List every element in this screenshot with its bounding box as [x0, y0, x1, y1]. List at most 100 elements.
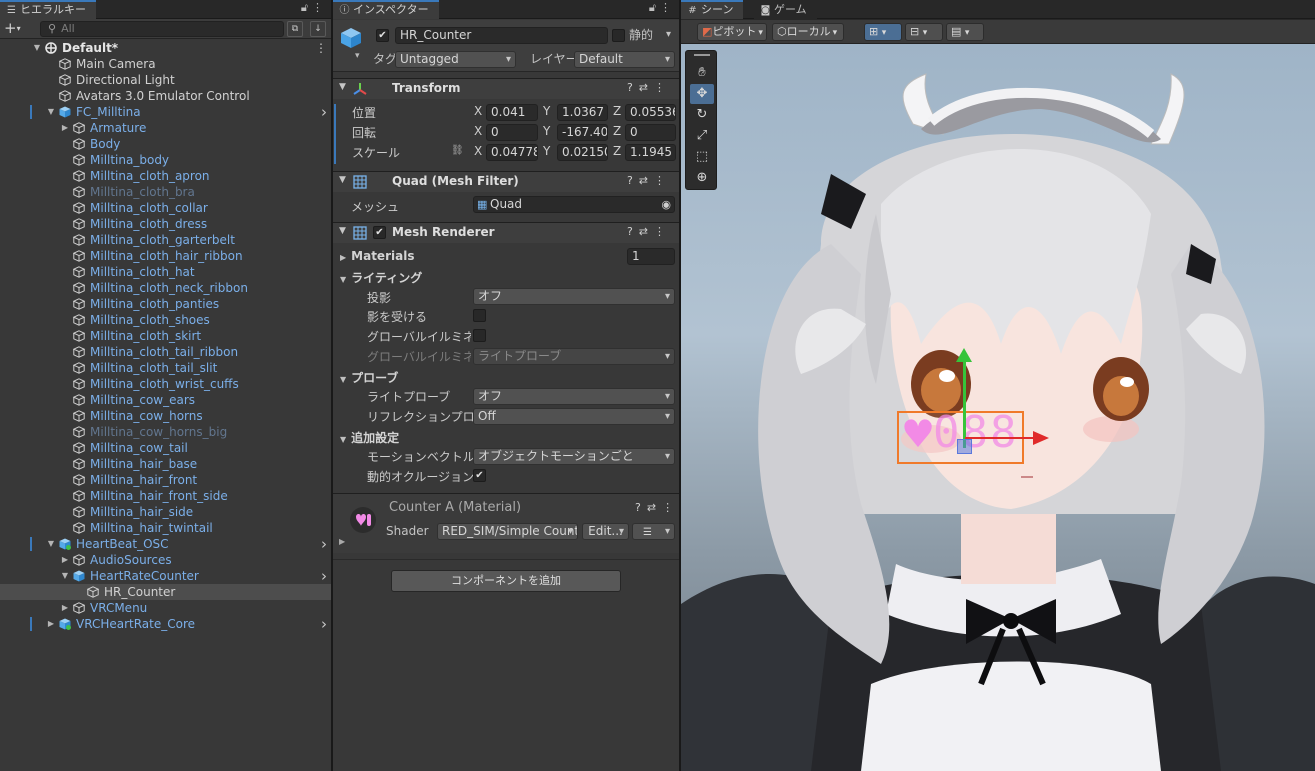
- collapse-arrow-icon[interactable]: ▼: [46, 536, 56, 552]
- hierarchy-item[interactable]: ▼ HeartBeat_OSC ›: [0, 536, 331, 552]
- help-icon[interactable]: ?: [627, 225, 639, 238]
- create-dropdown-button[interactable]: +▾: [4, 20, 21, 39]
- gizmo-y-axis[interactable]: [963, 358, 966, 448]
- active-checkbox[interactable]: ✔: [376, 29, 389, 42]
- help-icon[interactable]: ?: [627, 174, 639, 187]
- additional-settings-foldout[interactable]: ▼ 追加設定: [340, 429, 399, 446]
- layer-dropdown[interactable]: Default: [574, 51, 675, 68]
- global-illumination-checkbox[interactable]: ✔: [473, 329, 486, 342]
- hierarchy-item[interactable]: Milltina_cloth_shoes: [0, 312, 331, 328]
- chevron-right-icon[interactable]: ›: [321, 616, 327, 632]
- hierarchy-item[interactable]: ▼ Default* ⋮: [0, 40, 331, 56]
- hierarchy-item[interactable]: Milltina_cloth_collar: [0, 200, 331, 216]
- rect-tool-button[interactable]: ⬚: [690, 147, 714, 167]
- hierarchy-item[interactable]: Milltina_cloth_tail_ribbon: [0, 344, 331, 360]
- hierarchy-item[interactable]: Milltina_cloth_panties: [0, 296, 331, 312]
- gizmo-y-arrow[interactable]: [956, 348, 972, 362]
- tab-inspector[interactable]: ⓘ インスペクター: [333, 0, 439, 19]
- lock-icon[interactable]: 🔓︎: [301, 1, 312, 14]
- add-component-button[interactable]: コンポーネントを追加: [391, 570, 621, 592]
- rotation-x-field[interactable]: 0: [486, 124, 538, 141]
- shader-list-dropdown[interactable]: ☰: [632, 523, 675, 540]
- chevron-right-icon[interactable]: ›: [321, 104, 327, 120]
- hierarchy-item[interactable]: Milltina_cloth_dress: [0, 216, 331, 232]
- lock-icon[interactable]: 🔓︎: [649, 1, 660, 14]
- hierarchy-item[interactable]: ▶ VRCHeartRate_Core ›: [0, 616, 331, 632]
- hierarchy-item[interactable]: Milltina_cloth_tail_slit: [0, 360, 331, 376]
- more-menu-icon[interactable]: ⋮: [312, 1, 327, 14]
- motion-vectors-dropdown[interactable]: オブジェクトモーションごと: [473, 448, 675, 465]
- collapse-arrow-icon[interactable]: ▼: [60, 568, 70, 584]
- hierarchy-item[interactable]: Milltina_cow_horns: [0, 408, 331, 424]
- ruler-button[interactable]: ▤ ▾: [946, 23, 984, 41]
- hierarchy-item[interactable]: ▼ FC_Milltina ›: [0, 104, 331, 120]
- preset-icon[interactable]: ⇄: [639, 174, 654, 187]
- position-z-field[interactable]: 0.05536: [625, 104, 676, 121]
- hierarchy-item[interactable]: Milltina_cow_horns_big: [0, 424, 331, 440]
- mesh-object-field[interactable]: ▦ Quad ◉: [473, 196, 675, 213]
- hierarchy-item[interactable]: Milltina_cloth_skirt: [0, 328, 331, 344]
- hierarchy-item[interactable]: Milltina_hair_twintail: [0, 520, 331, 536]
- hierarchy-item[interactable]: Body: [0, 136, 331, 152]
- reflection-probes-dropdown[interactable]: Off: [473, 408, 675, 425]
- grid-snapping-button[interactable]: ⊞ ▾: [864, 23, 902, 41]
- edit-shader-button[interactable]: Edit...: [582, 523, 629, 540]
- mesh-renderer-enabled-checkbox[interactable]: ✔: [373, 226, 386, 239]
- hierarchy-item[interactable]: Milltina_cow_tail: [0, 440, 331, 456]
- scene-visibility-button[interactable]: ⧉: [287, 21, 303, 37]
- component-menu-icon[interactable]: ⋮: [654, 225, 671, 238]
- hierarchy-item[interactable]: ▶ VRCMenu: [0, 600, 331, 616]
- mesh-filter-header[interactable]: ▼ Quad (Mesh Filter) ?⇄⋮: [333, 171, 679, 192]
- hierarchy-item[interactable]: Milltina_cow_ears: [0, 392, 331, 408]
- gizmo-plane-handle[interactable]: [957, 439, 972, 454]
- lighting-foldout[interactable]: ▼ ライティング: [340, 269, 422, 286]
- hierarchy-item[interactable]: Milltina_cloth_wrist_cuffs: [0, 376, 331, 392]
- icon-dropdown-arrow[interactable]: ▾: [355, 48, 360, 64]
- materials-count-field[interactable]: 1: [627, 248, 675, 265]
- rotation-z-field[interactable]: 0: [625, 124, 676, 141]
- hierarchy-item[interactable]: HR_Counter: [0, 584, 331, 600]
- rotation-y-field[interactable]: -167.401: [557, 124, 608, 141]
- hierarchy-item[interactable]: Milltina_cloth_hat: [0, 264, 331, 280]
- local-dropdown[interactable]: ⬡ローカル ▾: [772, 23, 844, 41]
- hierarchy-item[interactable]: Milltina_hair_base: [0, 456, 331, 472]
- scale-z-field[interactable]: 1.1945: [625, 144, 676, 161]
- position-y-field[interactable]: 1.0367: [557, 104, 608, 121]
- drag-handle-icon[interactable]: [694, 54, 710, 56]
- increment-snap-button[interactable]: ⊟ ▾: [905, 23, 943, 41]
- hierarchy-item[interactable]: Milltina_hair_front_side: [0, 488, 331, 504]
- hand-tool-button[interactable]: ✋︎: [690, 63, 714, 83]
- hierarchy-item[interactable]: Milltina_hair_front: [0, 472, 331, 488]
- hierarchy-item[interactable]: Main Camera: [0, 56, 331, 72]
- hierarchy-item[interactable]: ▶ AudioSources: [0, 552, 331, 568]
- hierarchy-item[interactable]: Milltina_cloth_apron: [0, 168, 331, 184]
- preset-icon[interactable]: ⇄: [639, 225, 654, 238]
- hierarchy-item[interactable]: Milltina_hair_side: [0, 504, 331, 520]
- gizmo-x-arrow[interactable]: [1033, 431, 1049, 445]
- expand-arrow-icon[interactable]: ▶: [60, 552, 70, 568]
- chevron-right-icon[interactable]: ›: [321, 536, 327, 552]
- scale-tool-button[interactable]: ⤢: [690, 126, 714, 146]
- more-menu-icon[interactable]: ⋮: [315, 40, 327, 56]
- transform-header[interactable]: ▼ Transform ?⇄⋮: [333, 78, 679, 99]
- collapse-arrow-icon[interactable]: ▼: [32, 40, 42, 56]
- link-scale-icon[interactable]: ⛓: [451, 145, 464, 156]
- expand-arrow-icon[interactable]: ▶: [46, 616, 56, 632]
- more-menu-icon[interactable]: ⋮: [660, 1, 675, 14]
- expand-arrow-icon[interactable]: ▶: [60, 120, 70, 136]
- light-probes-dropdown[interactable]: オフ: [473, 388, 675, 405]
- hierarchy-item[interactable]: ▼ HeartRateCounter ›: [0, 568, 331, 584]
- hierarchy-item[interactable]: Directional Light: [0, 72, 331, 88]
- component-menu-icon[interactable]: ⋮: [654, 174, 671, 187]
- object-name-field[interactable]: HR_Counter: [395, 27, 608, 44]
- expand-arrow-icon[interactable]: ▶: [339, 534, 345, 550]
- position-x-field[interactable]: 0.041: [486, 104, 538, 121]
- hierarchy-item[interactable]: Milltina_body: [0, 152, 331, 168]
- scale-x-field[interactable]: 0.04778: [486, 144, 538, 161]
- component-menu-icon[interactable]: ⋮: [654, 81, 671, 94]
- help-icon[interactable]: ?: [635, 501, 647, 514]
- collapse-arrow-icon[interactable]: ▼: [46, 104, 56, 120]
- object-picker-icon[interactable]: ◉: [661, 197, 671, 212]
- static-dropdown-arrow[interactable]: ▾: [666, 27, 671, 43]
- mesh-renderer-header[interactable]: ▼ ✔ Mesh Renderer ?⇄⋮: [333, 222, 679, 243]
